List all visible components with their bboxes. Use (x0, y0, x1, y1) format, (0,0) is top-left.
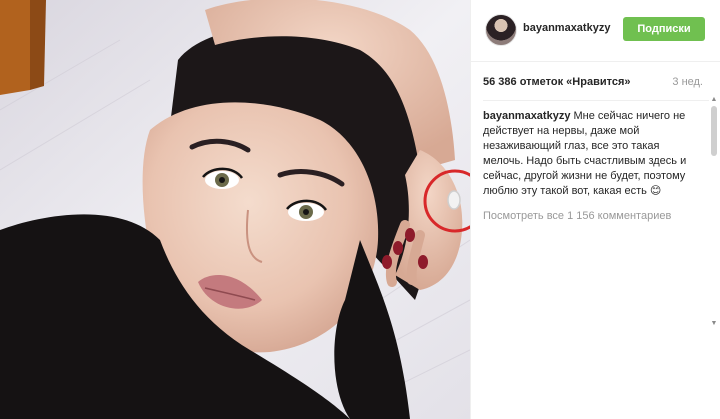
caption-text: Мне сейчас ничего не действует на нервы,… (483, 110, 687, 197)
post-side-panel: bayanmaxatkyzy Подписки 56 386 отметок «… (470, 0, 720, 419)
triangle-down-icon[interactable]: ▼ (710, 320, 718, 328)
caption-username[interactable]: bayanmaxatkyzy (483, 110, 570, 122)
likes-count[interactable]: 56 386 отметок «Нравится» (483, 76, 631, 88)
triangle-up-icon[interactable]: ▲ (710, 96, 718, 104)
post-time[interactable]: 3 нед. (672, 76, 703, 88)
selfie-image (0, 0, 470, 419)
username-link[interactable]: bayanmaxatkyzy (523, 22, 610, 34)
instagram-post-view: bayanmaxatkyzy Подписки 56 386 отметок «… (0, 0, 720, 419)
likes-row: 56 386 отметок «Нравится» 3 нед. (483, 76, 715, 92)
follow-button[interactable]: Подписки (623, 17, 705, 41)
view-all-comments-link[interactable]: Посмотреть все 1 156 комментариев (483, 210, 671, 222)
post-photo[interactable] (0, 0, 470, 419)
post-caption: bayanmaxatkyzy Мне сейчас ничего не дейс… (483, 109, 697, 199)
divider (483, 100, 709, 101)
scrollbar-thumb[interactable] (711, 106, 717, 156)
post-header: bayanmaxatkyzy Подписки (471, 0, 720, 62)
scrollbar[interactable]: ▲ ▼ (710, 96, 718, 328)
avatar[interactable] (485, 14, 517, 46)
